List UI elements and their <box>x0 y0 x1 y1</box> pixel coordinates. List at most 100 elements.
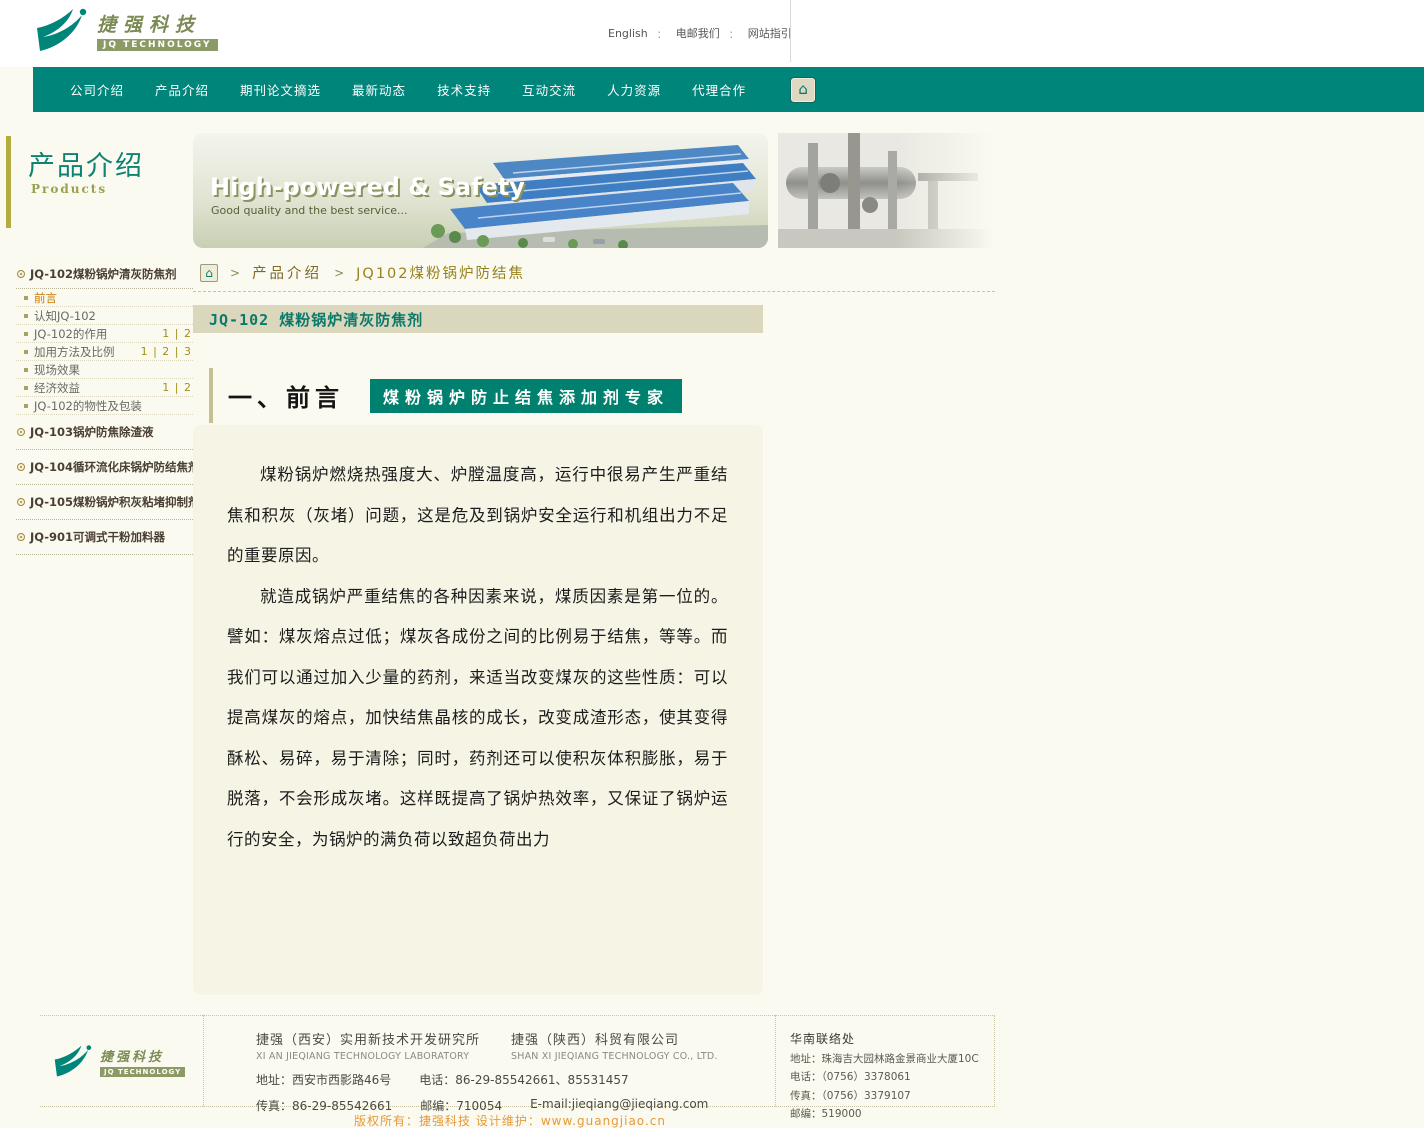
section-heading-row: 一、前言 煤粉锅炉防止结焦添加剂专家 <box>209 368 682 423</box>
sidebar-item-label: JQ-105煤粉锅炉积灰粘堵抑制剂 <box>30 494 200 510</box>
breadcrumb-separator: > <box>230 266 240 280</box>
expert-badge: 煤粉锅炉防止结焦添加剂专家 <box>370 379 682 413</box>
copyright-line[interactable]: 版权所有：捷强科技 设计维护：www.guangjiao.cn <box>0 1112 1020 1128</box>
footer-logo-text: 捷强科技 JQ TECHNOLOGY <box>100 1046 185 1077</box>
sidebar-item-jq105[interactable]: JQ-105煤粉锅炉积灰粘堵抑制剂 <box>16 485 193 520</box>
main-nav: 公司介绍 产品介绍 期刊论文摘选 最新动态 技术支持 互动交流 人力资源 代理合… <box>33 67 1424 112</box>
footer-address-line: 地址：西安市西影路46号 电话：86-29-85542661、85531457 <box>256 1071 775 1088</box>
logo-swoosh-icon <box>36 6 90 54</box>
footer-logo-company-name-en: JQ TECHNOLOGY <box>100 1067 185 1077</box>
south-office-fax: 传真：（0756）3379107 <box>790 1088 994 1103</box>
footer-company-1: 捷强（西安）实用新技术开发研究所 XI AN JIEQIANG TECHNOLO… <box>256 1029 511 1062</box>
footer-contact-block: 捷强（西安）实用新技术开发研究所 XI AN JIEQIANG TECHNOLO… <box>203 1015 775 1107</box>
page-links[interactable]: 1 | 2 <box>162 327 192 340</box>
banner-subtitle: Good quality and the best service... <box>211 204 408 217</box>
footer-companies: 捷强（西安）实用新技术开发研究所 XI AN JIEQIANG TECHNOLO… <box>256 1029 775 1062</box>
sidebar-item-usage-ratio[interactable]: 加用方法及比例 1 | 2 | 3 <box>16 343 193 361</box>
banner-equipment-image <box>778 133 995 248</box>
home-icon: ⌂ <box>205 266 213 280</box>
sidebar-item-label: 前言 <box>34 290 57 306</box>
sidebar-item-label: JQ-102煤粉锅炉清灰防焦剂 <box>30 266 177 282</box>
square-bullet-icon <box>24 350 28 354</box>
nav-item-hr[interactable]: 人力资源 <box>607 80 661 99</box>
banner-factory-image: High-powered & Safety High-powered & Saf… <box>193 133 768 248</box>
logo-company-name-en: JQ TECHNOLOGY <box>97 39 218 51</box>
sidebar-item-label: 认知JQ-102 <box>34 308 96 324</box>
group-bullet-icon <box>17 428 25 436</box>
logo-swoosh-icon <box>54 1043 94 1079</box>
sidebar-item-economic-benefit[interactable]: 经济效益 1 | 2 <box>16 379 193 397</box>
south-office-address: 地址：珠海吉大园林路金景商业大厦10C <box>790 1051 994 1066</box>
footer: 捷强科技 JQ TECHNOLOGY 捷强（西安）实用新技术开发研究所 XI A… <box>40 1015 995 1107</box>
breadcrumb-item-current: JQ102煤粉锅炉防结焦 <box>356 262 525 283</box>
company-name-en: XI AN JIEQIANG TECHNOLOGY LABORATORY <box>256 1051 511 1062</box>
article-paragraph: 就造成锅炉严重结焦的各种因素来说，煤质因素是第一位的。譬如：煤灰熔点过低；煤灰各… <box>227 577 728 861</box>
square-bullet-icon <box>24 404 28 408</box>
sidebar-item-label: 现场效果 <box>34 362 80 378</box>
nav-item-news[interactable]: 最新动态 <box>352 80 406 99</box>
footer-company-2: 捷强（陕西）科贸有限公司 SHAN XI JIEQIANG TECHNOLOGY… <box>511 1029 766 1062</box>
nav-item-company[interactable]: 公司介绍 <box>70 80 124 99</box>
square-bullet-icon <box>24 314 28 318</box>
south-office-phone: 电话：（0756）3378061 <box>790 1069 994 1084</box>
breadcrumb-item-products[interactable]: 产品介绍 <box>252 262 322 283</box>
sidebar-item-label: JQ-102的作用 <box>34 326 107 342</box>
logo-company-name: 捷强科技 <box>97 10 218 37</box>
nav-item-tech-support[interactable]: 技术支持 <box>437 80 491 99</box>
section-accent-bar <box>209 368 213 423</box>
sidebar-item-foreword[interactable]: 前言 <box>16 289 193 307</box>
breadcrumb-divider <box>193 291 995 292</box>
nav-item-journal[interactable]: 期刊论文摘选 <box>240 80 321 99</box>
link-separator: ： <box>729 26 739 41</box>
nav-home-button[interactable]: ⌂ <box>791 78 815 102</box>
article-paragraph: 煤粉锅炉燃烧热强度大、炉膛温度高，运行中很易产生严重结焦和积灰（灰堵）问题，这是… <box>227 455 728 577</box>
nav-item-products[interactable]: 产品介绍 <box>155 80 209 99</box>
logo-text: 捷强科技 JQ TECHNOLOGY <box>97 10 218 51</box>
sidebar-item-jq102-function[interactable]: JQ-102的作用 1 | 2 <box>16 325 193 343</box>
banner-title: High-powered & Safety <box>210 173 525 201</box>
footer-phone: 电话：86-29-85542661、85531457 <box>419 1071 628 1088</box>
group-bullet-icon <box>17 270 25 278</box>
page-title: JQ-102 煤粉锅炉清灰防焦剂 <box>209 309 423 330</box>
group-bullet-icon <box>17 463 25 471</box>
square-bullet-icon <box>24 296 28 300</box>
link-email-us[interactable]: 电邮我们 <box>676 25 720 41</box>
sidebar-item-label: JQ-103锅炉防焦除渣液 <box>30 424 154 440</box>
sidebar-item-properties-packaging[interactable]: JQ-102的物性及包装 <box>16 397 193 415</box>
square-bullet-icon <box>24 368 28 372</box>
sidebar-item-jq104[interactable]: JQ-104循环流化床锅炉防结焦剂 <box>16 450 193 485</box>
link-separator: ： <box>657 26 667 41</box>
sidebar-item-know-jq102[interactable]: 认知JQ-102 <box>16 307 193 325</box>
south-office-title: 华南联络处 <box>790 1030 994 1047</box>
sidebar-item-jq901[interactable]: JQ-901可调式干粉加料器 <box>16 520 193 555</box>
home-icon: ⌂ <box>798 82 808 97</box>
page-links[interactable]: 1 | 2 <box>162 381 192 394</box>
sidebar-item-site-effect[interactable]: 现场效果 <box>16 361 193 379</box>
company-name-cn: 捷强（陕西）科贸有限公司 <box>511 1029 766 1048</box>
header-divider <box>790 0 791 62</box>
group-bullet-icon <box>17 533 25 541</box>
nav-item-agency[interactable]: 代理合作 <box>692 80 746 99</box>
square-bullet-icon <box>24 386 28 390</box>
sidebar-item-jq102[interactable]: JQ-102煤粉锅炉清灰防焦剂 <box>16 260 193 289</box>
sidebar-item-label: 经济效益 <box>34 380 80 396</box>
header-links: English ： 电邮我们 ： 网站指引 <box>608 25 792 41</box>
link-english[interactable]: English <box>608 27 648 40</box>
page-links[interactable]: 1 | 2 | 3 <box>141 345 192 358</box>
sidebar-item-jq103[interactable]: JQ-103锅炉防焦除渣液 <box>16 415 193 450</box>
footer-logo[interactable]: 捷强科技 JQ TECHNOLOGY <box>40 1015 203 1107</box>
company-name-cn: 捷强（西安）实用新技术开发研究所 <box>256 1029 511 1048</box>
sidebar-title: 产品介绍 <box>28 144 144 183</box>
section-heading: 一、前言 <box>228 378 344 413</box>
breadcrumb-home-button[interactable]: ⌂ <box>200 264 218 282</box>
nav-item-interaction[interactable]: 互动交流 <box>522 80 576 99</box>
link-site-guide[interactable]: 网站指引 <box>748 25 792 41</box>
sidebar-menu: JQ-102煤粉锅炉清灰防焦剂 前言 认知JQ-102 JQ-102的作用 1 … <box>16 260 193 555</box>
sidebar-item-label: JQ-104循环流化床锅炉防结焦剂 <box>30 459 200 475</box>
sidebar-accent-bar <box>6 136 11 228</box>
square-bullet-icon <box>24 332 28 336</box>
footer-logo-company-name: 捷强科技 <box>100 1046 185 1065</box>
company-logo[interactable]: 捷强科技 JQ TECHNOLOGY <box>36 6 218 54</box>
sidebar-item-label: 加用方法及比例 <box>34 344 115 360</box>
sidebar-subtitle: Products <box>31 182 107 196</box>
